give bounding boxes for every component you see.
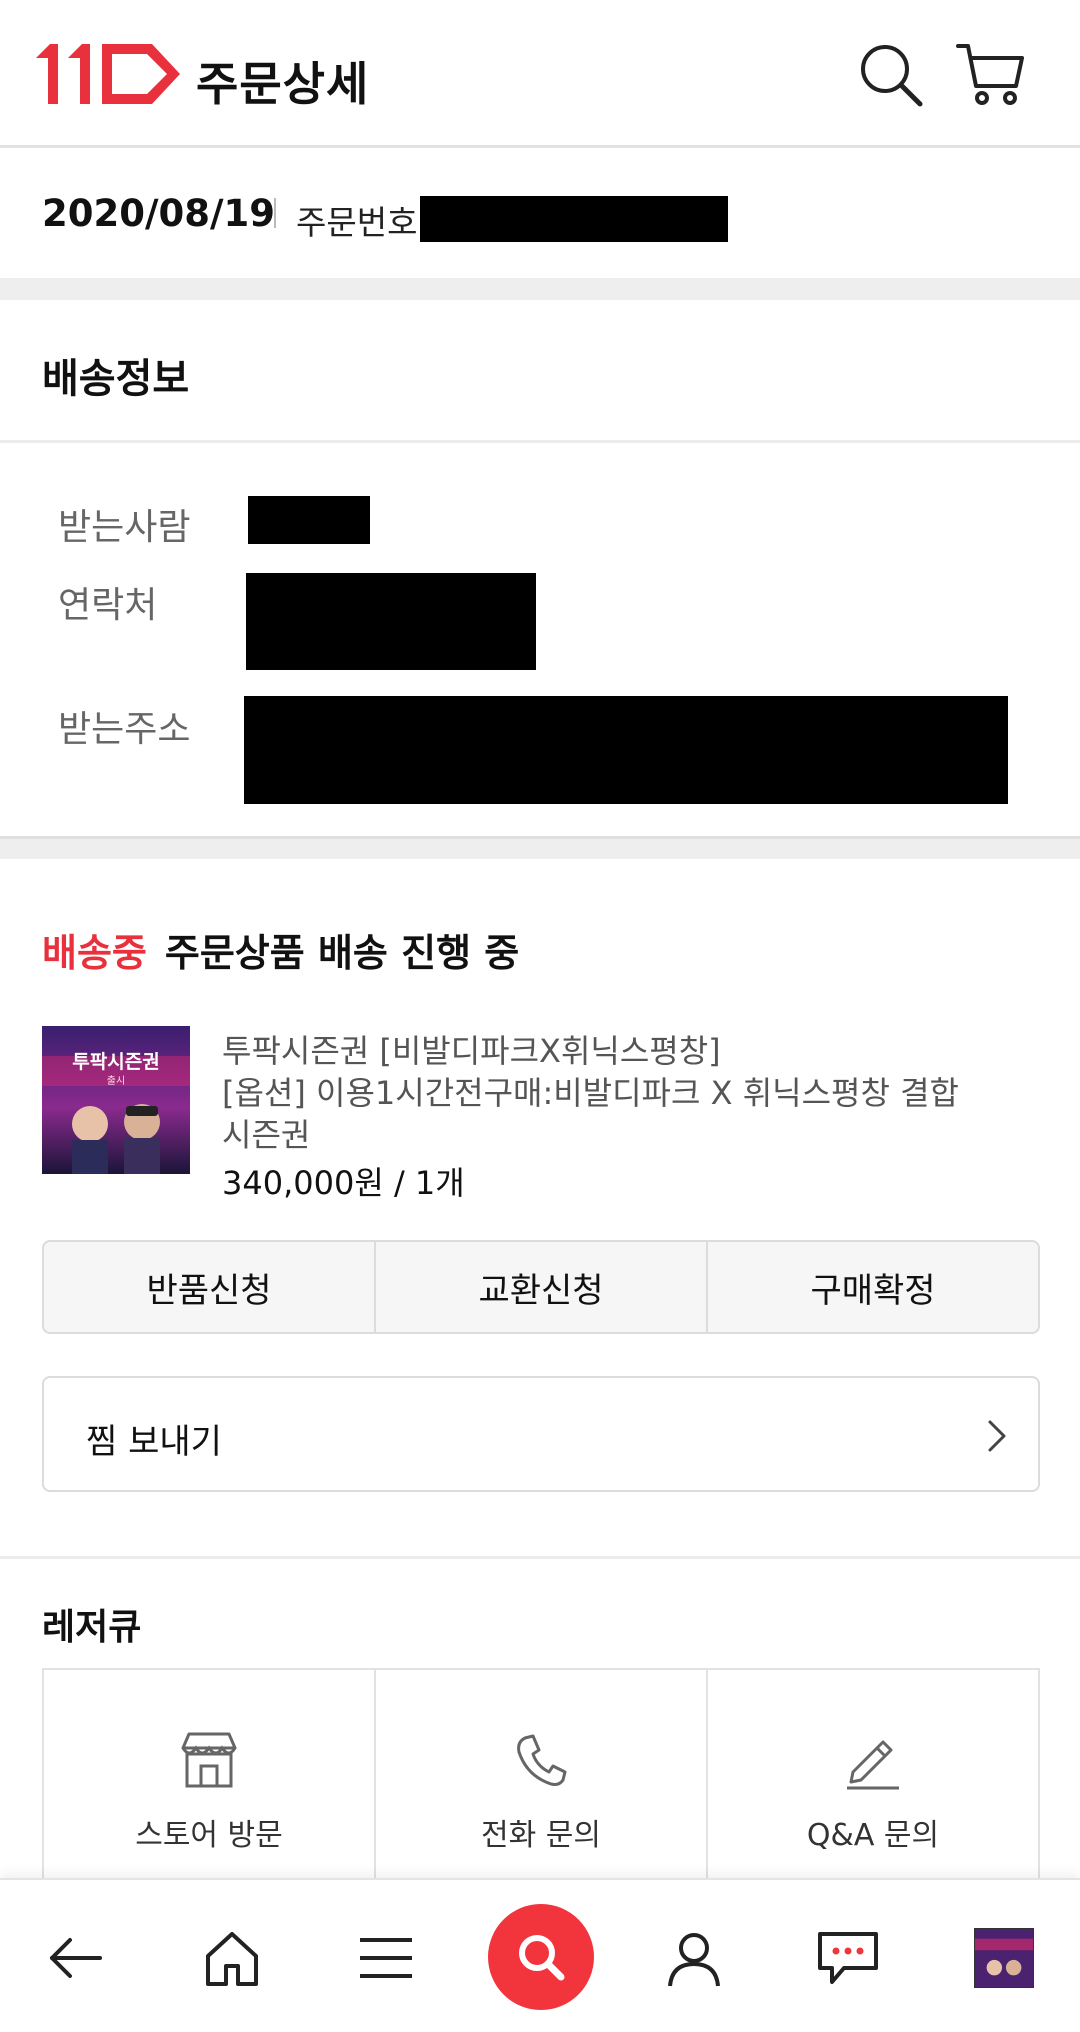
chat-icon [818, 1932, 878, 1984]
address-label: 받는주소 [58, 709, 191, 750]
recent-product-thumb[interactable] [974, 1928, 1034, 1988]
qna-inquiry-label: Q&A 문의 [806, 1818, 940, 1853]
user-icon [668, 1933, 720, 1987]
redacted-address [244, 696, 1008, 804]
nav-home-button[interactable] [184, 1910, 280, 2006]
redacted-order-number [420, 196, 728, 242]
divider [0, 1556, 1080, 1559]
product-option: [옵션] 이용1시간전구매:비발디파크 X 휘닉스평창 결합 [222, 1074, 959, 1112]
seller-actions: 스토어 방문 전화 문의 Q&A 문의 [42, 1668, 1040, 1888]
chevron-right-icon [988, 1420, 1006, 1452]
redacted-recipient [248, 496, 370, 544]
exchange-request-button[interactable]: 교환신청 [376, 1242, 708, 1332]
pencil-icon [847, 1740, 899, 1790]
product-name[interactable]: 투팍시즌권 [비발디파크X휘닉스평창] [222, 1026, 721, 1072]
home-icon [206, 1932, 258, 1986]
phone-icon [517, 1734, 567, 1786]
order-date: 2020/08/19 [42, 192, 275, 235]
order-separator [274, 198, 276, 228]
store-icon [181, 1732, 237, 1788]
redacted-contact [246, 573, 536, 670]
product-option-cont: 시즌권 [222, 1116, 311, 1154]
phone-inquiry-button[interactable]: 전화 문의 [376, 1670, 708, 1888]
divider [0, 440, 1080, 443]
search-icon[interactable] [852, 36, 928, 112]
qna-inquiry-button[interactable]: Q&A 문의 [708, 1670, 1038, 1888]
nav-chat-button[interactable] [800, 1910, 896, 2006]
brand-logo[interactable] [34, 40, 184, 108]
nav-back-button[interactable] [28, 1910, 124, 2006]
nav-my-page-button[interactable] [646, 1910, 742, 2006]
search-icon [519, 1935, 565, 1981]
status-badge: 배송중 [42, 931, 147, 975]
store-visit-label: 스토어 방문 [135, 1818, 283, 1853]
nav-menu-button[interactable] [338, 1910, 434, 2006]
purchase-confirm-button[interactable]: 구매확정 [708, 1242, 1038, 1332]
product-poster-image: 투팍시즌권 출시 [42, 1026, 190, 1174]
section-gap [0, 278, 1080, 300]
recipient-label: 받는사람 [58, 507, 191, 548]
recent-product-image [975, 1929, 1033, 1987]
back-arrow-icon [50, 1938, 102, 1978]
product-price: 340,000원 / 1개 [222, 1164, 465, 1202]
return-request-button[interactable]: 반품신청 [44, 1242, 376, 1332]
app-header: 주문상세 [0, 0, 1080, 148]
menu-icon [360, 1938, 412, 1978]
section-gap [0, 839, 1080, 859]
nav-search-button[interactable] [488, 1904, 594, 2010]
cart-icon[interactable] [952, 36, 1028, 112]
send-wishlist-button[interactable]: 찜 보내기 [42, 1376, 1040, 1492]
order-number-label: 주문번호 [296, 203, 418, 242]
order-action-buttons: 반품신청 교환신청 구매확정 [42, 1240, 1040, 1334]
status-message: 주문상품 배송 진행 중 [164, 931, 520, 975]
page-title: 주문상세 [196, 57, 370, 111]
seller-name: 레저큐 [42, 1607, 142, 1648]
phone-inquiry-label: 전화 문의 [481, 1818, 601, 1853]
shipping-section-title: 배송정보 [42, 356, 190, 402]
poster-subtitle: 출시 [107, 1075, 125, 1087]
contact-label: 연락처 [58, 585, 158, 626]
delivery-status: 배송중 주문상품 배송 진행 중 [42, 922, 519, 977]
bottom-navigation [0, 1878, 1080, 2032]
product-thumbnail[interactable]: 투팍시즌권 출시 [42, 1026, 190, 1174]
store-visit-button[interactable]: 스토어 방문 [44, 1670, 376, 1888]
send-wishlist-label: 찜 보내기 [86, 1422, 222, 1462]
poster-title: 투팍시즌권 [72, 1051, 159, 1073]
